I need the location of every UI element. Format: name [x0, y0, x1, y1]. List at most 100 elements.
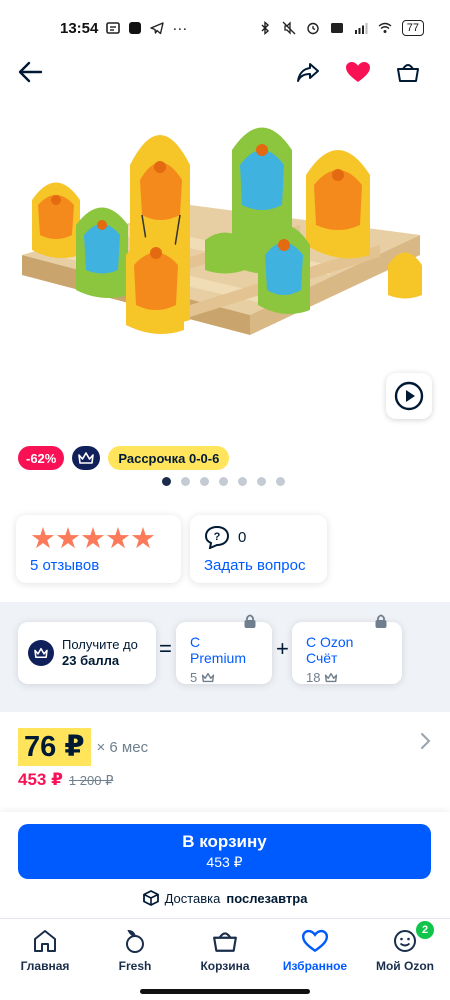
volte-icon [330, 23, 343, 33]
nav-favorites-label: Избранное [282, 959, 348, 973]
crown-icon [202, 672, 215, 683]
mute-icon [282, 21, 296, 35]
premium-points-value: 5 [190, 670, 198, 685]
basket-icon [397, 64, 419, 82]
nav-my-ozon[interactable]: Мой Ozon 2 [360, 919, 450, 1000]
product-image[interactable] [0, 105, 450, 440]
nav-home[interactable]: Главная [0, 919, 90, 1000]
package-icon [142, 890, 159, 906]
crown-badge [28, 640, 54, 666]
delivery-date: послезавтра [226, 890, 308, 906]
bird-figure-orange-front [126, 235, 184, 334]
bluetooth-icon [261, 21, 269, 35]
account-points-title: С Ozon Счёт [306, 634, 354, 666]
back-button[interactable] [14, 56, 46, 88]
crown-icon [34, 647, 48, 659]
profile-smile-icon [394, 930, 416, 952]
current-price: 453 ₽ [18, 770, 63, 789]
gallery-dot[interactable] [161, 477, 171, 486]
video-play-button[interactable] [386, 373, 432, 419]
premium-badge [72, 446, 101, 470]
fresh-icon [126, 929, 144, 953]
installment-badge: Рассрочка 0-0-6 [108, 446, 230, 470]
chevron-right-icon[interactable] [420, 732, 432, 750]
rating-card[interactable]: ★★★★★ 5 отзывов [16, 515, 181, 583]
signal-icon [354, 23, 368, 34]
questions-count: 0 [238, 528, 247, 546]
monthly-term: × 6 мес [96, 738, 149, 756]
discount-badge: -62% [18, 446, 65, 470]
crown-icon [78, 452, 95, 464]
installment-price[interactable]: 76 ₽ × 6 мес [18, 728, 148, 766]
premium-points-title: С Premium [190, 634, 247, 666]
share-button[interactable] [292, 56, 324, 88]
bird-figure-large-right [306, 150, 370, 259]
points-card[interactable]: Получите до 23 балла [18, 622, 156, 684]
account-points-value: 18 [306, 670, 321, 685]
play-icon [394, 381, 424, 411]
gallery-dot[interactable] [275, 477, 285, 486]
notification-badge: 2 [416, 921, 434, 939]
top-bar [0, 56, 450, 88]
battery-indicator: 77 [401, 20, 424, 36]
nav-favorites[interactable]: Избранное [270, 919, 360, 1000]
wifi-icon [378, 22, 392, 33]
message-icon [106, 22, 121, 34]
nav-cart-label: Корзина [200, 959, 250, 973]
crown-icon [325, 672, 338, 683]
add-to-cart-price: 453 ₽ [206, 854, 243, 870]
more-notifications-icon: ··· [172, 19, 188, 37]
share-icon [297, 63, 319, 82]
add-to-cart-label: В корзину [182, 832, 267, 851]
equals-sign: = [159, 636, 172, 661]
home-icon [34, 930, 56, 952]
buy-panel: В корзину 453 ₽ Доставка послезавтра [0, 812, 450, 918]
bird-figure-small-left [32, 182, 80, 259]
reviews-link[interactable]: 5 отзывов [30, 557, 167, 574]
product-badges: -62% Рассрочка 0-0-6 [18, 446, 230, 470]
old-price: 1 200 ₽ [68, 773, 114, 788]
bird-figure-green-left [76, 207, 128, 299]
gallery-dot[interactable] [256, 477, 266, 486]
points-label: Получите до [62, 637, 138, 652]
gallery-pagination [0, 477, 448, 486]
gallery-dot[interactable] [218, 477, 228, 486]
price-section: 76 ₽ × 6 мес 453 ₽ 1 200 ₽ Лучшая цена н… [0, 712, 450, 816]
monthly-price: 76 ₽ [18, 728, 91, 766]
delivery-info: Доставка послезавтра [0, 890, 450, 906]
lock-icon [375, 614, 387, 628]
delivery-label: Доставка [164, 890, 221, 906]
bottom-navigation: Главная Fresh Корзина Избранное Мой Ozon… [0, 918, 450, 1000]
lock-icon [244, 614, 256, 628]
gallery-dot[interactable] [199, 477, 209, 486]
app-icon [129, 22, 142, 34]
telegram-icon [150, 22, 165, 35]
gallery-dot[interactable] [180, 477, 190, 486]
svg-text:?: ? [214, 531, 221, 543]
points-amount: 23 балла [62, 653, 120, 668]
question-bubble-icon: ? [204, 525, 230, 549]
add-to-cart-button[interactable]: В корзину 453 ₽ [18, 824, 431, 879]
alarm-icon [307, 22, 319, 35]
nav-my-ozon-label: Мой Ozon [375, 959, 435, 973]
rating-stars: ★★★★★ [30, 523, 156, 555]
heart-icon [346, 62, 370, 82]
nav-fresh[interactable]: Fresh [90, 919, 180, 1000]
questions-card[interactable]: ? 0 Задать вопрос [190, 515, 327, 583]
cart-header-button[interactable] [392, 56, 424, 88]
green-piece [205, 232, 245, 274]
nav-cart[interactable]: Корзина [180, 919, 270, 1000]
gallery-dot[interactable] [237, 477, 247, 486]
arrow-left-icon [18, 61, 43, 83]
status-bar: 13:54 ··· 77 [0, 0, 450, 56]
premium-points-card[interactable]: С Premium 5 [176, 614, 272, 685]
account-points-card[interactable]: С Ozon Счёт 18 [292, 614, 402, 685]
heart-outline-icon [301, 929, 329, 953]
plus-sign: + [276, 636, 289, 661]
home-indicator [140, 989, 310, 994]
yellow-piece [388, 252, 422, 299]
ask-question-link[interactable]: Задать вопрос [204, 557, 313, 574]
bird-figure-green-front [258, 225, 310, 314]
favorite-button[interactable] [342, 56, 374, 88]
basket-icon [213, 932, 237, 952]
